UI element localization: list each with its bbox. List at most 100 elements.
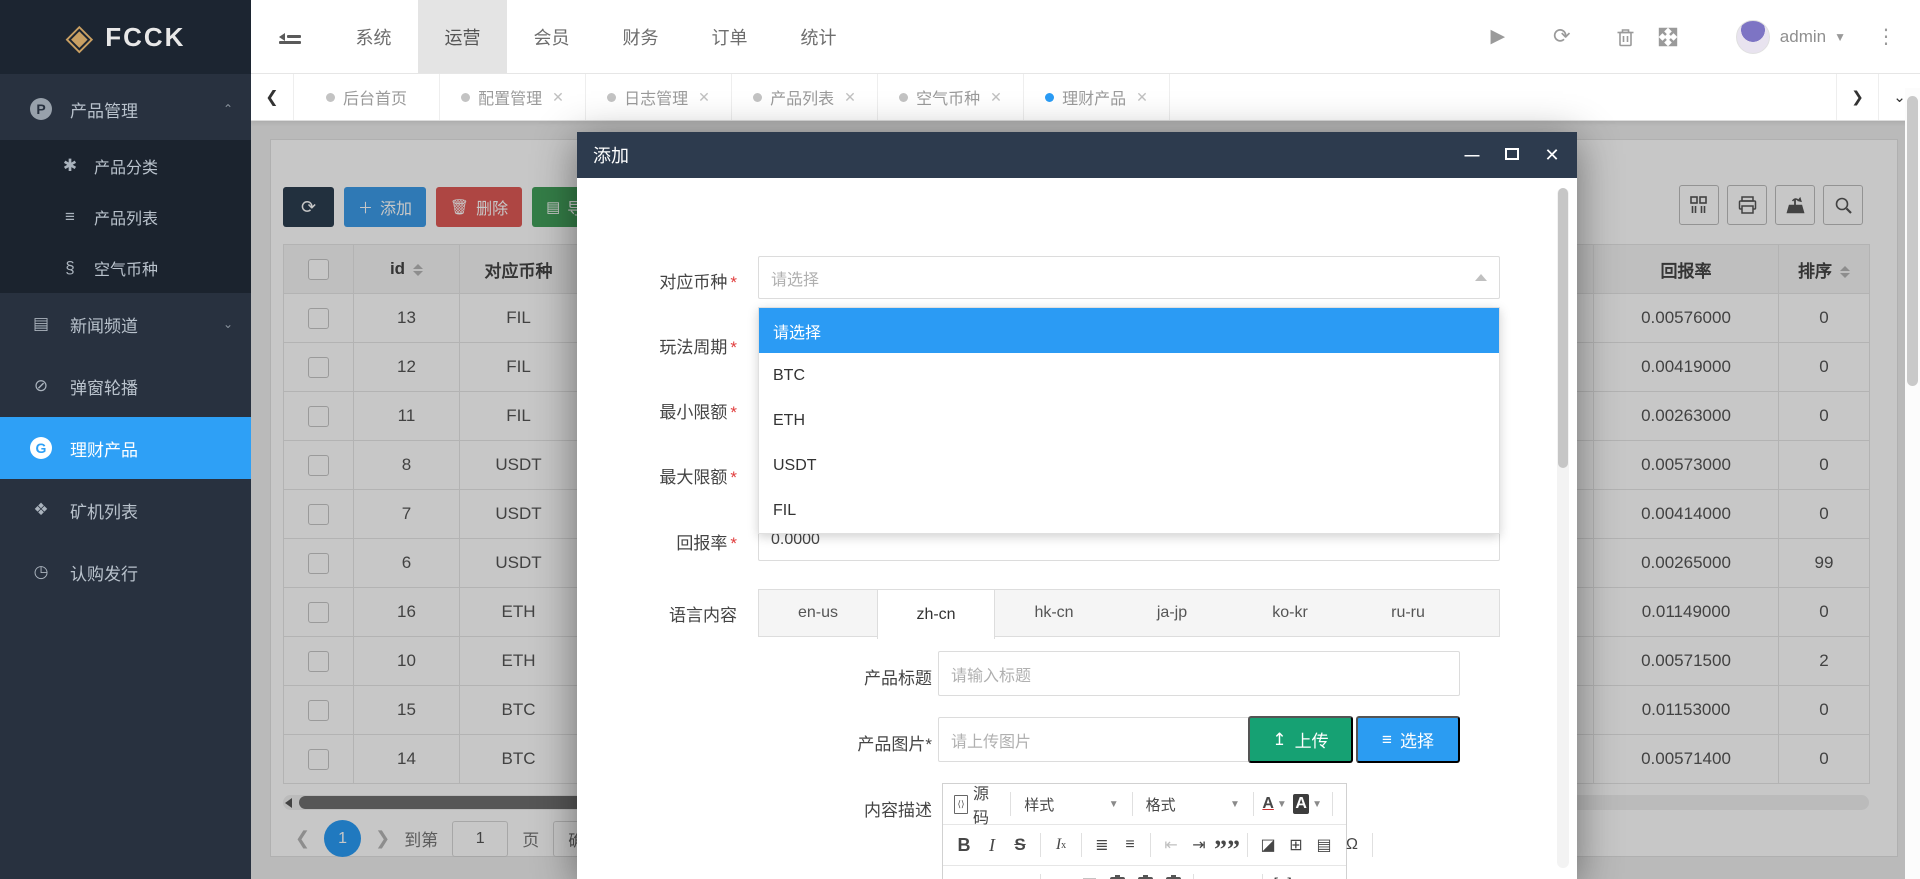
link-button[interactable]: ∞	[951, 872, 977, 879]
undo-button[interactable]: ↶	[1201, 872, 1227, 879]
coin-dropdown-list: 请选择BTCETHUSDTFIL	[758, 307, 1500, 534]
play-icon[interactable]: ▶	[1466, 25, 1530, 48]
nav-item-系统[interactable]: 系统	[329, 0, 418, 73]
lang-tab-hk-cn[interactable]: hk-cn	[995, 590, 1113, 636]
trash-icon[interactable]	[1594, 27, 1658, 47]
unlink-button[interactable]: ∞	[979, 872, 1005, 879]
title-input[interactable]: 请输入标题	[938, 651, 1460, 696]
restore-icon[interactable]	[1503, 147, 1521, 164]
tab-日志管理[interactable]: 日志管理 ✕	[586, 74, 732, 120]
user-caret-icon[interactable]: ▼	[1834, 30, 1846, 44]
dialog-scrollbar[interactable]	[1557, 188, 1569, 868]
refresh-icon[interactable]: ⟳	[1530, 24, 1594, 49]
bold-button[interactable]: B	[951, 831, 977, 859]
chevron-down-icon: ⌄	[223, 317, 233, 331]
page-scrollbar-handle[interactable]	[1907, 96, 1918, 386]
dropdown-option-请选择[interactable]: 请选择	[759, 308, 1499, 353]
sidebar-item-空气币种[interactable]: §空气币种	[0, 242, 251, 293]
strike-button[interactable]: S	[1007, 831, 1033, 859]
nav-item-运营[interactable]: 运营	[418, 0, 507, 73]
maximize-button[interactable]: ↖↗↙↘	[1270, 872, 1296, 879]
anchor-button[interactable]: ⚑	[1007, 872, 1033, 879]
sidebar-item-矿机列表[interactable]: ❖矿机列表	[0, 479, 251, 541]
upload-button[interactable]: ↥上传	[1248, 716, 1353, 763]
page-scrollbar[interactable]	[1905, 88, 1920, 879]
nav-item-订单[interactable]: 订单	[685, 0, 774, 73]
lang-tab-en-us[interactable]: en-us	[759, 590, 877, 636]
tab-close-icon[interactable]: ✕	[1136, 89, 1148, 106]
dialog-header[interactable]: 添加 — ✕	[577, 132, 1577, 178]
sidebar-item-产品管理[interactable]: P产品管理⌃	[0, 78, 251, 140]
lang-tab-zh-cn[interactable]: zh-cn	[877, 590, 995, 639]
tab-label: 日志管理	[624, 85, 688, 109]
sidebar-item-产品列表[interactable]: ≡产品列表	[0, 191, 251, 242]
toolbar-separator	[1132, 792, 1133, 816]
dropdown-option-ETH[interactable]: ETH	[759, 398, 1499, 443]
tab-配置管理[interactable]: 配置管理 ✕	[440, 74, 586, 120]
brand-logo[interactable]: ◈ FCCK	[0, 0, 251, 74]
lang-tab-ko-kr[interactable]: ko-kr	[1231, 590, 1349, 636]
indent-button[interactable]: ⇥	[1186, 831, 1212, 859]
table-button[interactable]: ⊞	[1283, 831, 1309, 859]
blockquote-button[interactable]: ””	[1214, 831, 1240, 859]
sidebar-item-理财产品[interactable]: G理财产品	[0, 417, 251, 479]
user-name[interactable]: admin	[1780, 27, 1826, 47]
tab-close-icon[interactable]: ✕	[698, 89, 710, 106]
coin-select[interactable]: 请选择	[758, 256, 1500, 299]
image-button[interactable]: ◪	[1255, 831, 1281, 859]
dropdown-option-USDT[interactable]: USDT	[759, 443, 1499, 488]
image-input[interactable]: 请上传图片	[938, 717, 1285, 762]
tab-理财产品[interactable]: 理财产品✕	[1024, 74, 1170, 120]
sidebar-item-label: 空气币种	[94, 256, 158, 280]
lang-tab-ru-ru[interactable]: ru-ru	[1349, 590, 1467, 636]
bg-color-button[interactable]: A▼	[1290, 790, 1325, 818]
nav-item-财务[interactable]: 财务	[596, 0, 685, 73]
fullscreen-icon[interactable]	[1658, 27, 1722, 47]
user-avatar[interactable]	[1736, 20, 1770, 54]
text-color-button[interactable]: A▼	[1261, 790, 1288, 818]
source-button[interactable]: ⟨⟩源码	[951, 790, 1003, 818]
format-combo[interactable]: 格式▼	[1140, 794, 1246, 815]
tab-close-icon[interactable]: ✕	[844, 89, 856, 106]
sidebar-item-弹窗轮播[interactable]: ⊘弹窗轮播	[0, 355, 251, 417]
lang-tab-ja-jp[interactable]: ja-jp	[1113, 590, 1231, 636]
sidebar-item-认购发行[interactable]: ◷认购发行	[0, 541, 251, 603]
paste-text-button[interactable]: T	[1132, 872, 1158, 879]
paste-word-button[interactable]: W	[1160, 872, 1186, 879]
paste-button[interactable]: ≡	[1104, 872, 1130, 879]
sidebar-item-新闻频道[interactable]: ▤新闻频道⌄	[0, 293, 251, 355]
choose-button[interactable]: ≡选择	[1356, 716, 1460, 763]
tabs-scroll-left-button[interactable]: ❮	[251, 74, 294, 120]
italic-button[interactable]: I	[979, 831, 1005, 859]
nav-item-会员[interactable]: 会员	[507, 0, 596, 73]
remove-format-button[interactable]: Ix	[1048, 831, 1074, 859]
tabs-scroll-right-button[interactable]: ❯	[1836, 74, 1878, 120]
nav-item-统计[interactable]: 统计	[774, 0, 863, 73]
tab-产品列表[interactable]: 产品列表✕	[732, 74, 878, 120]
g-circle-icon: G	[26, 437, 56, 459]
tab-label: 配置管理	[478, 85, 542, 109]
close-icon[interactable]: ✕	[1543, 145, 1561, 166]
sidebar-item-产品分类[interactable]: ✱产品分类	[0, 140, 251, 191]
outdent-button[interactable]: ⇤	[1158, 831, 1184, 859]
special-char-button[interactable]: Ω	[1339, 831, 1365, 859]
editor-toolbar-row2: BISIx≣≡⇤⇥””◪⊞▤Ω	[943, 825, 1346, 866]
dropdown-option-FIL[interactable]: FIL	[759, 488, 1499, 533]
more-options-icon[interactable]: ⋮	[1862, 24, 1910, 49]
minimize-icon[interactable]: —	[1463, 147, 1481, 164]
redo-button[interactable]: ↷	[1229, 872, 1255, 879]
dialog-scrollbar-handle[interactable]	[1558, 188, 1568, 468]
tab-后台首页[interactable]: 后台首页	[294, 74, 440, 120]
tab-close-icon[interactable]: ✕	[990, 89, 1002, 106]
cut-button[interactable]: ✂	[1048, 872, 1074, 879]
tab-空气币种[interactable]: 空气币种✕	[878, 74, 1024, 120]
copy-button[interactable]	[1076, 872, 1102, 879]
ordered-list-button[interactable]: ≣	[1089, 831, 1115, 859]
tab-close-icon[interactable]: ✕	[552, 89, 564, 106]
hline-button[interactable]: ▤	[1311, 831, 1337, 859]
styles-combo[interactable]: 样式▼	[1018, 794, 1124, 815]
toolbar-separator	[1372, 833, 1373, 857]
dropdown-option-BTC[interactable]: BTC	[759, 353, 1499, 398]
sidebar-toggle-button[interactable]	[251, 0, 329, 73]
unordered-list-button[interactable]: ≡	[1117, 831, 1143, 859]
